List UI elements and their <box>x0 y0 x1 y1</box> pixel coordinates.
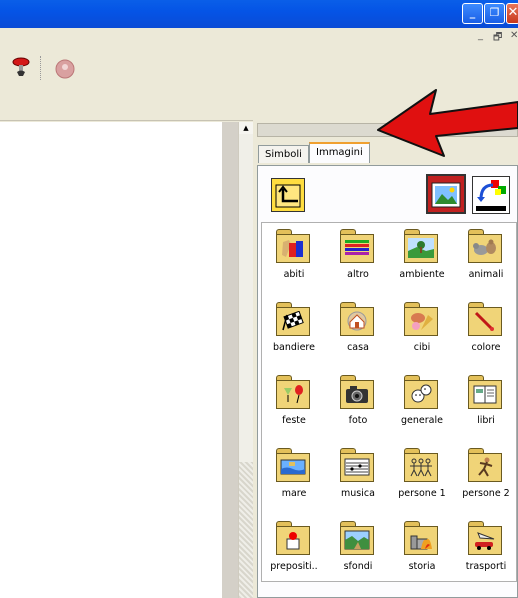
folder-item[interactable]: abiti <box>262 223 326 296</box>
folder-trasporti-icon <box>468 521 502 555</box>
folder-item[interactable]: prepositi.. <box>262 515 326 588</box>
folder-generale-icon <box>404 375 438 409</box>
folder-altro-icon <box>340 229 374 263</box>
mdi-restore-button[interactable]: 🗗 <box>493 30 502 47</box>
folder-label: foto <box>348 415 368 426</box>
folder-label: bandiere <box>273 342 315 353</box>
folder-prepositi-icon <box>276 521 310 555</box>
folder-abiti-icon <box>276 229 310 263</box>
folder-item[interactable]: libri <box>454 369 518 442</box>
folder-animali-icon <box>468 229 502 263</box>
folder-feste-icon <box>276 375 310 409</box>
folder-casa-icon <box>340 302 374 336</box>
toolbar-separator <box>40 56 42 80</box>
folder-label: abiti <box>283 269 305 280</box>
folder-label: sfondi <box>343 561 373 572</box>
image-view-icon[interactable] <box>426 174 466 214</box>
folder-label: prepositi.. <box>270 561 318 572</box>
folder-item[interactable]: animali <box>454 223 518 296</box>
folder-item[interactable]: colore <box>454 296 518 369</box>
folder-storia-icon <box>404 521 438 555</box>
folder-item[interactable]: foto <box>326 369 390 442</box>
folder-mare-icon <box>276 448 310 482</box>
folder-cibi-icon <box>404 302 438 336</box>
folder-label: persone 2 <box>462 488 510 499</box>
folder-label: trasporti <box>465 561 507 572</box>
paint-brush-icon[interactable] <box>10 56 32 78</box>
menu-bar: _ 🗗 ✕ <box>0 28 518 50</box>
folder-item[interactable]: persone 2 <box>454 442 518 515</box>
folder-item[interactable]: sfondi <box>326 515 390 588</box>
folder-bandiere-icon <box>276 302 310 336</box>
mdi-close-button[interactable]: ✕ <box>510 30 518 41</box>
scroll-track[interactable] <box>239 462 253 598</box>
folder-label: persone 1 <box>398 488 446 499</box>
folder-item[interactable]: casa <box>326 296 390 369</box>
title-bar: _ ❐ ✕ <box>0 0 518 28</box>
folder-label: animali <box>468 269 504 280</box>
splitter[interactable] <box>222 122 238 598</box>
folder-persone-2-icon <box>468 448 502 482</box>
annotation-arrow-icon <box>377 89 518 157</box>
document-canvas[interactable] <box>0 122 223 598</box>
folder-item[interactable]: musica <box>326 442 390 515</box>
folder-libri-icon <box>468 375 502 409</box>
record-icon[interactable] <box>54 58 76 80</box>
close-button[interactable]: ✕ <box>506 3 518 24</box>
swap-colors-icon[interactable] <box>472 176 510 214</box>
folder-foto-icon <box>340 375 374 409</box>
tab-simboli[interactable]: Simboli <box>258 145 309 163</box>
tab-immagini[interactable]: Immagini <box>309 142 370 163</box>
folder-sfondi-icon <box>340 521 374 555</box>
folder-grid: abiti altro ambiente animali bandiere ca… <box>261 222 517 582</box>
folder-label: ambiente <box>399 269 445 280</box>
folder-label: mare <box>281 488 307 499</box>
media-panel: Simboli Immagini abiti altro ambiente an… <box>253 120 518 598</box>
folder-up-icon[interactable] <box>271 178 305 212</box>
folder-label: cibi <box>413 342 431 353</box>
folder-item[interactable]: cibi <box>390 296 454 369</box>
folder-ambiente-icon <box>404 229 438 263</box>
folder-item[interactable]: altro <box>326 223 390 296</box>
tab-content: abiti altro ambiente animali bandiere ca… <box>257 165 518 598</box>
maximize-button[interactable]: ❐ <box>484 3 505 24</box>
folder-label: musica <box>341 488 375 499</box>
vertical-scrollbar[interactable]: ▲ <box>238 122 254 598</box>
minimize-button[interactable]: _ <box>462 3 483 24</box>
folder-colore-icon <box>468 302 502 336</box>
folder-item[interactable]: mare <box>262 442 326 515</box>
folder-label: colore <box>471 342 501 353</box>
folder-item[interactable]: trasporti <box>454 515 518 588</box>
mdi-minimize-button[interactable]: _ <box>478 30 483 41</box>
folder-persone-1-icon <box>404 448 438 482</box>
folder-item[interactable]: ambiente <box>390 223 454 296</box>
folder-label: altro <box>347 269 369 280</box>
folder-item[interactable]: storia <box>390 515 454 588</box>
folder-label: feste <box>282 415 306 426</box>
scroll-up-arrow-icon[interactable]: ▲ <box>239 122 253 134</box>
folder-label: libri <box>477 415 495 426</box>
folder-item[interactable]: generale <box>390 369 454 442</box>
folder-label: generale <box>401 415 443 426</box>
folder-label: storia <box>408 561 436 572</box>
folder-item[interactable]: persone 1 <box>390 442 454 515</box>
folder-item[interactable]: feste <box>262 369 326 442</box>
folder-label: casa <box>347 342 369 353</box>
folder-musica-icon <box>340 448 374 482</box>
folder-item[interactable]: bandiere <box>262 296 326 369</box>
